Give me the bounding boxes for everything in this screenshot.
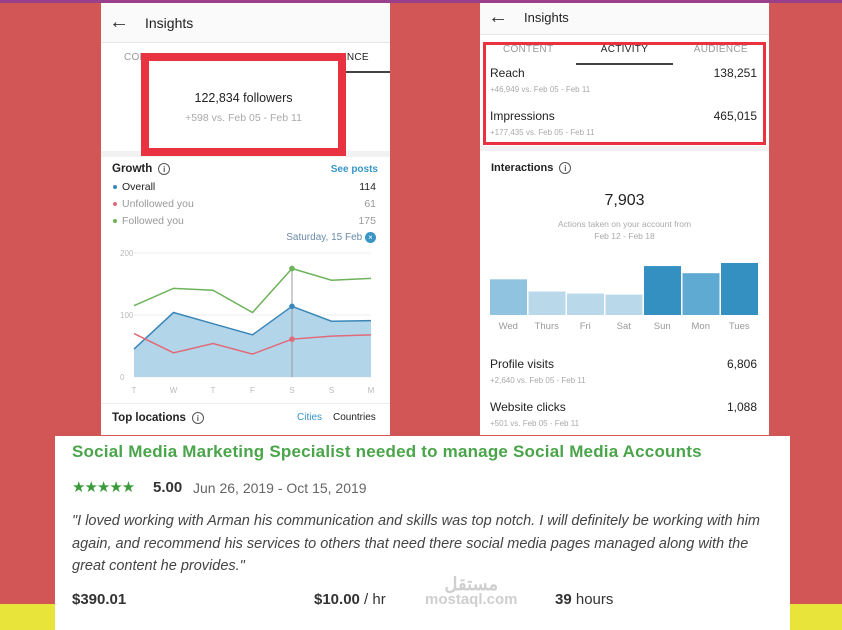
bar <box>605 294 643 315</box>
metric-value: 6,806 <box>726 357 757 371</box>
page-title: Insights <box>145 15 194 31</box>
job-title[interactable]: Social Media Marketing Specialist needed… <box>72 442 702 462</box>
growth-title: Growth i <box>112 163 171 175</box>
corner-decoration <box>0 604 60 630</box>
see-posts-link[interactable]: See posts <box>331 164 378 175</box>
interactions-caption: Actions taken on your account from <box>557 219 692 229</box>
close-icon[interactable]: × <box>365 232 376 243</box>
x-tick-label: T <box>211 386 216 395</box>
header: ← Insights <box>480 3 769 35</box>
metric-change: +2,640 vs. Feb 05 - Feb 11 <box>490 376 586 385</box>
growth-chart: 0 100 200 T W T F S S M <box>120 249 375 395</box>
interactions-range: Feb 12 - Feb 18 <box>594 231 655 241</box>
countries-tab[interactable]: Countries <box>333 412 376 423</box>
hours-worked: 39 hours <box>555 591 613 608</box>
bar-label: Thurs <box>535 321 560 332</box>
y-tick-label: 200 <box>120 249 134 258</box>
interactions-title: Interactions i <box>491 162 572 175</box>
bar <box>567 293 604 315</box>
interactions-bar-chart: Wed Thurs Fri Sat Sun Mon Tues <box>490 263 758 332</box>
metric-label: Profile visits <box>490 357 555 371</box>
data-point <box>289 336 295 342</box>
rating-value: 5.00 <box>153 479 183 496</box>
review-card: Social Media Marketing Specialist needed… <box>55 436 790 630</box>
unfollowed-value: 61 <box>364 198 376 210</box>
activity-highlight <box>483 42 766 145</box>
metric-label: Website clicks <box>490 400 566 414</box>
date-range: Jun 26, 2019 - Oct 15, 2019 <box>193 480 367 496</box>
y-tick-label: 100 <box>120 311 134 320</box>
selected-date: Saturday, 15 Feb × <box>286 232 376 243</box>
data-point <box>289 303 295 310</box>
corner-decoration <box>782 604 842 630</box>
top-locations-title: Top locations i <box>112 412 204 424</box>
x-tick-label: T <box>132 386 137 395</box>
x-tick-label: W <box>170 386 178 395</box>
y-tick-label: 0 <box>120 373 125 382</box>
followed-value: 175 <box>358 215 376 227</box>
rate-value: $10.00 <box>314 591 360 608</box>
unfollowed-dot <box>113 202 117 207</box>
hours-unit: hours <box>571 591 614 608</box>
review-quote: "I loved working with Arman his communic… <box>72 513 761 574</box>
x-tick-label: S <box>289 386 294 395</box>
x-tick-label: F <box>250 386 255 395</box>
bar-label: Sat <box>617 321 632 332</box>
website-clicks-metric[interactable]: Website clicks 1,088 +501 vs. Feb 05 - F… <box>490 400 757 428</box>
bar-label: Fri <box>580 321 591 332</box>
page-title: Insights <box>524 10 569 25</box>
header: ← Insights <box>101 3 390 43</box>
divider <box>480 146 769 151</box>
followed-dot <box>113 219 117 224</box>
cities-tab[interactable]: Cities <box>297 412 322 423</box>
bar <box>682 273 720 315</box>
x-tick-label: M <box>368 386 375 395</box>
earned-amount: $390.01 <box>72 591 127 608</box>
bar <box>644 266 681 315</box>
followers-highlight: 122,834 followers +598 vs. Feb 05 - Feb … <box>141 53 346 156</box>
legend-unfollowed: Unfollowed you <box>122 198 194 210</box>
bar-label: Mon <box>692 321 710 332</box>
bar <box>721 263 758 315</box>
mostaql-watermark: مستقل mostaql.com <box>425 574 518 608</box>
divider <box>101 403 390 404</box>
arrow-left-icon[interactable]: ← <box>109 11 129 34</box>
metric-change: +501 vs. Feb 05 - Feb 11 <box>490 419 580 428</box>
followers-change: +598 vs. Feb 05 - Feb 11 <box>185 112 302 124</box>
star-rating-icon: ★★★★★ <box>72 479 135 496</box>
info-icon[interactable]: i <box>191 412 204 424</box>
info-icon[interactable]: i <box>559 162 572 175</box>
data-point <box>289 265 295 272</box>
hours-value: 39 <box>555 591 572 608</box>
info-icon[interactable]: i <box>158 163 171 175</box>
followers-count: 122,834 followers <box>194 91 293 105</box>
profile-visits-metric[interactable]: Profile visits 6,806 +2,640 vs. Feb 05 -… <box>490 357 757 385</box>
bar-label: Sun <box>654 321 671 332</box>
bar <box>528 291 566 315</box>
arrow-left-icon[interactable]: ← <box>488 6 508 29</box>
hourly-rate: $10.00 / hr <box>314 591 386 608</box>
bar-label: Tues <box>729 321 750 332</box>
metric-value: 1,088 <box>726 400 757 414</box>
overall-dot <box>113 185 117 190</box>
bar-label: Wed <box>499 321 518 332</box>
legend-followed: Followed you <box>122 215 184 227</box>
rate-unit: / hr <box>359 591 386 608</box>
bar <box>490 279 527 315</box>
x-tick-label: S <box>329 386 334 395</box>
overall-value: 114 <box>359 181 376 193</box>
legend-overall: Overall <box>122 181 156 193</box>
interactions-total: 7,903 <box>604 192 645 209</box>
series-line-2 <box>133 267 372 314</box>
